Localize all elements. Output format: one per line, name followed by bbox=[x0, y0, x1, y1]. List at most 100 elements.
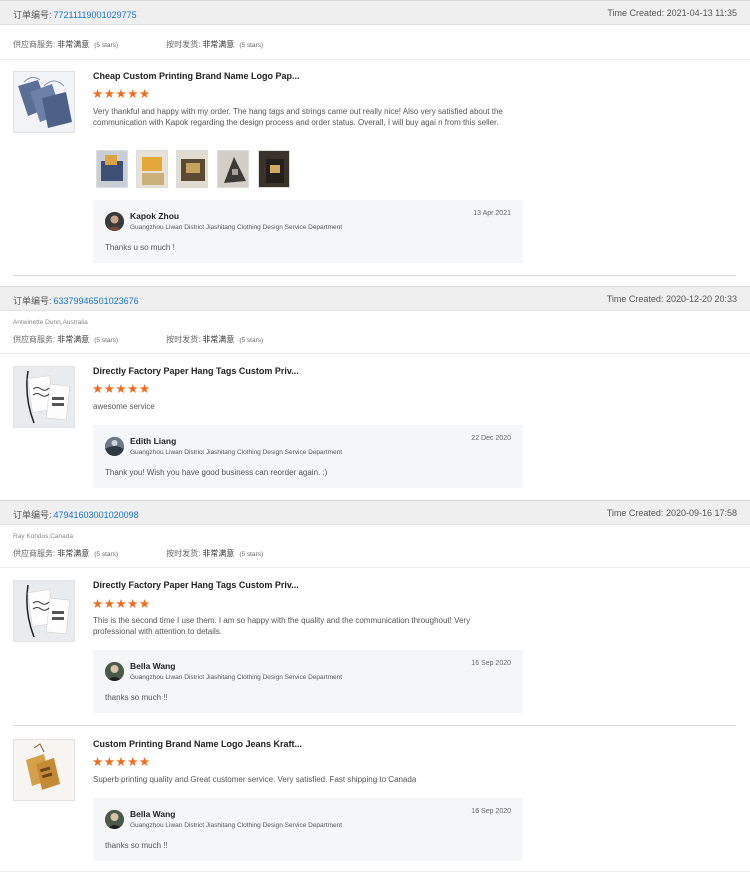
supplier-service-label: 供应商服务: bbox=[13, 335, 56, 344]
reply-date: 16 Sep 2020 bbox=[471, 808, 511, 815]
order-id: 订单编号: 77211119001029775 bbox=[13, 8, 137, 21]
star-rating: ★★★★★ bbox=[92, 382, 151, 396]
supplier-service-stars: (5 stars) bbox=[94, 551, 119, 558]
avatar-image bbox=[105, 212, 124, 231]
divider bbox=[0, 59, 750, 60]
review-photo-image bbox=[97, 151, 127, 187]
divider bbox=[0, 871, 750, 872]
time-created-label: Time Created: bbox=[607, 8, 665, 18]
review-photo-image bbox=[259, 151, 289, 187]
shipping-label: 按时发货: bbox=[166, 549, 201, 558]
kraft-tag-image bbox=[14, 740, 74, 800]
time-created: Time Created: 2020-12-20 20:33 bbox=[607, 294, 737, 304]
product-title[interactable]: Custom Printing Brand Name Logo Jeans Kr… bbox=[93, 739, 302, 749]
supplier-service-value: 非常满意 bbox=[57, 335, 90, 344]
avatar bbox=[105, 212, 124, 231]
time-created-label: Time Created: bbox=[606, 294, 664, 304]
reply-message: thanks so much !! bbox=[105, 693, 168, 702]
avatar-image bbox=[105, 662, 124, 681]
reply-department: Guangzhou Liwan District Jiashitang Clot… bbox=[130, 449, 343, 456]
shipping-value: 非常满意 bbox=[202, 335, 235, 344]
review-photo-image bbox=[177, 151, 207, 187]
reply-message: Thanks u so much ! bbox=[105, 243, 175, 252]
supplier-service-label: 供应商服务: bbox=[13, 40, 56, 49]
reply-author: Bella Wang bbox=[130, 661, 176, 671]
divider bbox=[13, 275, 736, 276]
reply-author: Kapok Zhou bbox=[130, 211, 180, 221]
time-created: Time Created: 2021-04-13 11:35 bbox=[607, 8, 737, 18]
avatar bbox=[105, 437, 124, 456]
shipping-stars: (5 stars) bbox=[239, 42, 264, 49]
shipping-value: 非常满意 bbox=[202, 40, 235, 49]
product-thumbnail[interactable] bbox=[13, 71, 75, 133]
drawstring-bags-image bbox=[14, 72, 74, 132]
reply-department: Guangzhou Liwan District Jiashitang Clot… bbox=[130, 674, 343, 681]
reply-department: Guangzhou Liwan District Jiashitang Clot… bbox=[130, 224, 343, 231]
review-photo[interactable] bbox=[176, 150, 208, 188]
star-rating: ★★★★★ bbox=[92, 597, 151, 611]
review-photo-image bbox=[218, 151, 248, 187]
order-id-link[interactable]: 77211119001029775 bbox=[54, 10, 137, 20]
review-photo[interactable] bbox=[258, 150, 290, 188]
supplier-service-value: 非常满意 bbox=[57, 549, 90, 558]
order-id-link[interactable]: 47941603001020098 bbox=[54, 510, 139, 520]
shipping-label: 按时发货: bbox=[166, 335, 201, 344]
order-id-label: 订单编号: bbox=[13, 510, 52, 520]
supplier-service-stars: (5 stars) bbox=[94, 42, 119, 49]
reply-date: 16 Sep 2020 bbox=[471, 660, 511, 667]
order-id: 订单编号: 63379946501023676 bbox=[13, 294, 139, 307]
time-created-value: 2020-09-16 17:58 bbox=[665, 508, 737, 518]
product-thumbnail[interactable] bbox=[13, 366, 75, 428]
hang-tag-image bbox=[14, 581, 74, 641]
order-header: 订单编号: 63379946501023676 Time Created: 202… bbox=[0, 286, 750, 311]
review-photo[interactable] bbox=[136, 150, 168, 188]
review-text: This is the second time I use them. I am… bbox=[93, 616, 471, 636]
divider bbox=[13, 725, 736, 726]
hang-tag-image bbox=[14, 367, 74, 427]
shipping-label: 按时发货: bbox=[166, 40, 201, 49]
supplier-service-stars: (5 stars) bbox=[94, 337, 119, 344]
seller-ratings: 供应商服务: 非常满意 (5 stars) 按时发货: 非常满意 (5 stars) bbox=[13, 39, 263, 50]
time-created-label: Time Created: bbox=[606, 508, 664, 518]
order-id-link[interactable]: 63379946501023676 bbox=[54, 296, 139, 306]
order-id-label: 订单编号: bbox=[13, 10, 52, 20]
reply-message: thanks so much !! bbox=[105, 841, 168, 850]
time-created: Time Created: 2020-09-16 17:58 bbox=[607, 508, 737, 518]
order-id: 订单编号: 47941603001020098 bbox=[13, 508, 139, 521]
review-photo[interactable] bbox=[96, 150, 128, 188]
reply-author: Bella Wang bbox=[130, 809, 176, 819]
order-reviews-page: 订单编号: 77211119001029775 Time Created: 202… bbox=[0, 0, 750, 874]
reply-message: Thank you! Wish you have good business c… bbox=[105, 468, 328, 477]
order-id-label: 订单编号: bbox=[13, 296, 52, 306]
avatar-image bbox=[105, 437, 124, 456]
product-title[interactable]: Directly Factory Paper Hang Tags Custom … bbox=[93, 580, 299, 590]
reply-department: Guangzhou Liwan District Jiashitang Clot… bbox=[130, 822, 343, 829]
star-rating: ★★★★★ bbox=[92, 755, 151, 769]
seller-reply: Bella Wang Guangzhou Liwan District Jias… bbox=[93, 798, 523, 861]
seller-ratings: 供应商服务: 非常满意 (5 stars) 按时发货: 非常满意 (5 stars) bbox=[13, 548, 263, 559]
reply-author: Edith Liang bbox=[130, 436, 177, 446]
shipping-stars: (5 stars) bbox=[239, 337, 264, 344]
product-thumbnail[interactable] bbox=[13, 739, 75, 801]
supplier-service-value: 非常满意 bbox=[57, 40, 90, 49]
divider bbox=[0, 567, 750, 568]
product-title[interactable]: Directly Factory Paper Hang Tags Custom … bbox=[93, 366, 299, 376]
avatar bbox=[105, 662, 124, 681]
review-text: awesome service bbox=[93, 402, 155, 411]
time-created-value: 2021-04-13 11:35 bbox=[666, 8, 737, 18]
review-text: Superb printing quality and Great custom… bbox=[93, 775, 417, 784]
order-header: 订单编号: 47941603001020098 Time Created: 202… bbox=[0, 500, 750, 525]
star-rating: ★★★★★ bbox=[92, 87, 151, 101]
seller-ratings: 供应商服务: 非常满意 (5 stars) 按时发货: 非常满意 (5 stars) bbox=[13, 334, 263, 345]
review-photo-image bbox=[137, 151, 167, 187]
buyer-name: Antwinette Dunn,Australia bbox=[13, 319, 88, 326]
product-thumbnail[interactable] bbox=[13, 580, 75, 642]
review-photo[interactable] bbox=[217, 150, 249, 188]
avatar bbox=[105, 810, 124, 829]
time-created-value: 2020-12-20 20:33 bbox=[665, 294, 737, 304]
product-title[interactable]: Cheap Custom Printing Brand Name Logo Pa… bbox=[93, 71, 300, 81]
divider bbox=[0, 353, 750, 354]
reply-date: 13 Apr 2021 bbox=[473, 210, 511, 217]
shipping-stars: (5 stars) bbox=[239, 551, 264, 558]
seller-reply: Bella Wang Guangzhou Liwan District Jias… bbox=[93, 650, 523, 713]
